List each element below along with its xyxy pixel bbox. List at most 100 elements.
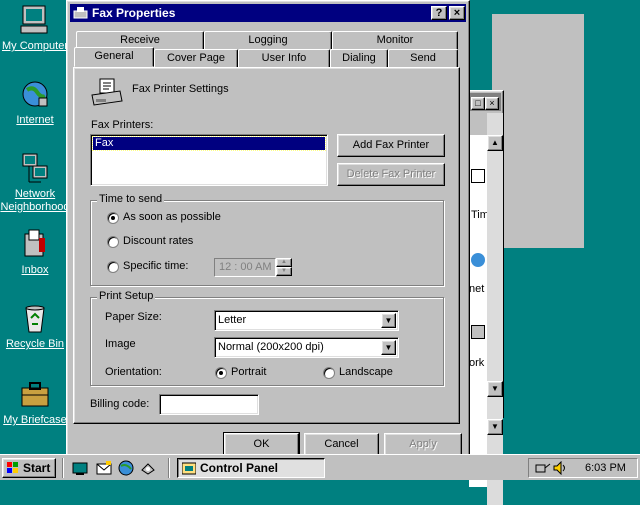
task-label: Control Panel	[200, 461, 279, 475]
taskbar-separator	[168, 458, 170, 478]
billing-code-input[interactable]	[159, 394, 259, 415]
maximize-icon[interactable]: □	[471, 97, 485, 110]
button-label: Cancel	[324, 438, 359, 450]
radio-label[interactable]: Specific time:	[123, 260, 188, 272]
desktop-icon-label: Recycle Bin	[5, 338, 65, 350]
windows-logo-icon	[7, 462, 19, 474]
desktop-icon-inbox[interactable]: Inbox	[0, 228, 70, 277]
background-window-titlebar[interactable]: □ ×	[469, 93, 501, 111]
folder-label: net	[469, 283, 485, 295]
fax-printers-label: Fax Printers:	[91, 119, 154, 131]
radio-label[interactable]: Portrait	[231, 366, 266, 378]
close-icon[interactable]: ×	[485, 97, 499, 110]
billing-code-label: Billing code:	[90, 398, 150, 410]
help-button[interactable]: ?	[431, 6, 447, 20]
paper-size-select[interactable]: Letter ▼	[214, 310, 399, 331]
outlook-icon[interactable]	[96, 460, 112, 476]
list-item[interactable]: Fax	[92, 136, 326, 151]
clock[interactable]: 6:03 PM	[585, 462, 626, 474]
network-icon	[471, 325, 485, 339]
cancel-button[interactable]: Cancel	[304, 433, 379, 456]
tab-logging[interactable]: Logging	[204, 31, 332, 49]
control-panel-icon	[181, 461, 197, 475]
background-window[interactable]: □ × Tim net ork ▲ ▼ ▼	[466, 90, 504, 505]
desktop-icon-label: Inbox	[21, 264, 49, 276]
inbox-icon	[19, 228, 51, 260]
recycle-bin-icon	[19, 302, 51, 334]
button-label: Apply	[409, 438, 437, 450]
tab-monitor[interactable]: Monitor	[332, 31, 458, 49]
desktop-icon-label: My Briefcase	[3, 414, 67, 426]
radio-label[interactable]: Landscape	[339, 366, 393, 378]
internet-icon	[471, 253, 485, 267]
paper-size-label: Paper Size:	[105, 311, 162, 323]
folder-label: ork	[469, 357, 485, 369]
dialog-title: Fax Properties	[92, 6, 176, 20]
desktop-icon-label: Internet	[16, 114, 54, 126]
desktop-icon-label: My Computer	[1, 40, 69, 52]
fax-printers-list[interactable]: Fax	[90, 134, 328, 186]
folder-label: Tim	[471, 209, 487, 221]
scroll-up-arrow-icon[interactable]: ▲	[487, 135, 503, 151]
close-button[interactable]: ×	[449, 6, 465, 20]
tab-general[interactable]: General	[74, 47, 154, 67]
volume-icon[interactable]	[553, 460, 567, 476]
radio-label[interactable]: Discount rates	[123, 235, 193, 247]
scroll-down-arrow-icon[interactable]: ▼	[487, 419, 503, 435]
tab-cover-page[interactable]: Cover Page	[154, 49, 238, 67]
radio-as-soon-as-possible[interactable]	[107, 212, 119, 224]
chevron-down-icon[interactable]: ▼	[381, 340, 396, 355]
desktop-icon-recycle-bin[interactable]: Recycle Bin	[0, 302, 70, 351]
taskbar-separator	[62, 458, 64, 478]
desktop-icon-my-briefcase[interactable]: My Briefcase	[0, 378, 70, 427]
tab-dialing[interactable]: Dialing	[330, 49, 388, 67]
radio-portrait[interactable]	[215, 367, 227, 379]
group-title: Print Setup	[97, 290, 156, 302]
start-label: Start	[23, 461, 51, 475]
folder-icon	[471, 169, 485, 183]
image-quality-value: Normal (200x200 dpi)	[218, 341, 324, 353]
image-quality-select[interactable]: Normal (200x200 dpi) ▼	[214, 337, 399, 358]
apply-button: Apply	[384, 433, 462, 456]
start-button[interactable]: Start	[2, 458, 56, 478]
add-fax-printer-button[interactable]: Add Fax Printer	[337, 134, 445, 157]
radio-label[interactable]: As soon as possible	[123, 211, 221, 223]
dialog-titlebar[interactable]: Fax Properties ? ×	[70, 4, 466, 22]
time-field: 12 : 00 AM	[214, 258, 276, 277]
button-label: Add Fax Printer	[352, 139, 430, 151]
scroll-down-arrow-icon[interactable]: ▼	[487, 381, 503, 397]
paper-size-value: Letter	[218, 314, 247, 326]
computer-icon	[19, 4, 51, 36]
taskbar: Start Control Panel 6:03 PM	[0, 454, 640, 480]
background-window-content: Tim net ork	[469, 135, 487, 487]
vertical-scrollbar[interactable]: ▲ ▼ ▼	[487, 113, 503, 505]
section-heading: Fax Printer Settings	[132, 83, 229, 95]
desktop-icon-internet[interactable]: Internet	[0, 78, 70, 127]
task-control-panel[interactable]: Control Panel	[177, 458, 325, 478]
orientation-label: Orientation:	[105, 366, 162, 378]
time-spinner-down-icon: ▼	[276, 267, 292, 276]
desktop-icon-network[interactable]: Network Neighborhood	[0, 152, 70, 214]
show-desktop-icon[interactable]	[72, 460, 88, 476]
delete-fax-printer-button: Delete Fax Printer	[337, 163, 445, 186]
time-spinner-up-icon: ▲	[276, 258, 292, 267]
radio-landscape[interactable]	[323, 367, 335, 379]
system-tray: 6:03 PM	[528, 458, 638, 478]
channels-icon[interactable]	[140, 460, 156, 476]
desktop-icon-my-computer[interactable]: My Computer	[0, 4, 70, 53]
chevron-down-icon[interactable]: ▼	[381, 313, 396, 328]
radio-specific-time[interactable]	[107, 261, 119, 273]
browser-icon[interactable]	[118, 460, 134, 476]
tab-user-info[interactable]: User Info	[238, 49, 330, 67]
network-icon	[19, 152, 51, 184]
group-title: Time to send	[97, 193, 165, 205]
time-value: 12 : 00 AM	[219, 261, 272, 273]
ok-button[interactable]: OK	[223, 432, 300, 457]
tab-send[interactable]: Send	[388, 49, 458, 67]
background-panel	[492, 14, 584, 248]
button-label: Delete Fax Printer	[346, 168, 436, 180]
button-label: OK	[253, 438, 270, 450]
radio-discount-rates[interactable]	[107, 236, 119, 248]
fax-icon	[73, 6, 89, 20]
network-status-icon[interactable]	[535, 461, 551, 475]
